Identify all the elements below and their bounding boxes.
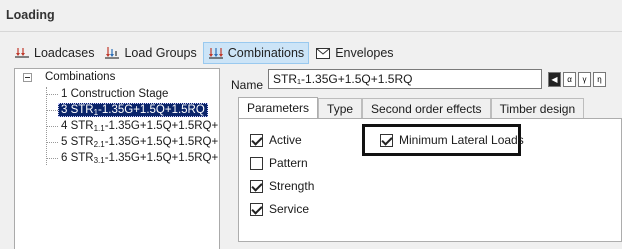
window-title: Loading (6, 8, 55, 22)
service-checkbox[interactable] (250, 202, 263, 216)
tree-item[interactable]: 4 STR1.1-1.35G+1.5Q+1.5RQ+M (61, 119, 220, 134)
pattern-checkbox[interactable] (250, 156, 263, 170)
tree-branch-line (46, 110, 58, 111)
tree-branch-line (46, 158, 58, 159)
tab-type[interactable]: Type (318, 98, 363, 119)
tab-load-groups[interactable]: Load Groups (100, 42, 200, 64)
tree-root-label: Combinations (45, 71, 116, 83)
tab-loadcases-label: Loadcases (34, 46, 95, 60)
loadcases-icon (14, 46, 30, 60)
name-button-group: ◀ α γ η (548, 72, 608, 87)
tab-second-order-effects[interactable]: Second order effects (362, 98, 491, 119)
tree-item[interactable]: 5 STR2.1-1.35G+1.5Q+1.5RQ+E (61, 135, 220, 150)
load-groups-icon (104, 46, 120, 60)
tree-item-label: 4 STR1.1-1.35G+1.5Q+1.5RQ+M (61, 120, 220, 133)
tree-item-label: 1 Construction Stage (61, 88, 169, 100)
tree-item-label: 3 STR1-1.35G+1.5Q+1.5RQ (58, 103, 208, 117)
gamma-button[interactable]: γ (578, 72, 591, 87)
tab-load-groups-label: Load Groups (124, 46, 197, 60)
combinations-icon (208, 46, 224, 60)
window-title-bar: Loading (0, 0, 622, 32)
main-tab-bar: Loadcases Load Groups Combinations Envel… (10, 42, 400, 64)
tree-branch-line (46, 94, 58, 95)
tree-root[interactable]: Combinations (45, 70, 115, 85)
min-lateral-loads-checkbox[interactable] (380, 133, 393, 147)
min-lateral-loads-checkbox-row[interactable]: Minimum Lateral Loads (380, 133, 524, 147)
eta-button[interactable]: η (593, 72, 606, 87)
tab-combinations[interactable]: Combinations (202, 42, 310, 64)
tree-item-label: 5 STR2.1-1.35G+1.5Q+1.5RQ+E (61, 136, 220, 149)
tree-item[interactable]: 6 STR3.1-1.35G+1.5Q+1.5RQ+E (61, 151, 220, 166)
min-lateral-loads-label: Minimum Lateral Loads (399, 133, 524, 147)
strength-label: Strength (269, 179, 315, 193)
tree-branch-line (46, 126, 58, 127)
tab-envelopes-label: Envelopes (335, 46, 394, 60)
left-arrow-button[interactable]: ◀ (548, 72, 561, 87)
combinations-tree[interactable]: Combinations 1 Construction Stage 3 STR1… (14, 68, 220, 249)
strength-checkbox-row[interactable]: Strength (250, 179, 314, 193)
tree-item[interactable]: 1 Construction Stage (61, 87, 168, 102)
sub-tab-bar: Parameters Type Second order effects Tim… (238, 97, 585, 120)
service-label: Service (269, 202, 310, 216)
tree-collapse-icon[interactable] (23, 73, 32, 82)
active-label: Active (269, 133, 302, 147)
tab-envelopes[interactable]: Envelopes (311, 42, 397, 64)
name-label: Name (231, 78, 264, 92)
active-checkbox[interactable] (250, 133, 263, 147)
pattern-label: Pattern (269, 156, 308, 170)
envelope-icon (315, 46, 331, 60)
service-checkbox-row[interactable]: Service (250, 202, 309, 216)
name-input[interactable]: STR₁-1.35G+1.5Q+1.5RQ (268, 69, 542, 89)
alpha-button[interactable]: α (563, 72, 576, 87)
strength-checkbox[interactable] (250, 179, 263, 193)
tree-item-label: 6 STR3.1-1.35G+1.5Q+1.5RQ+E (61, 152, 220, 165)
loading-panel: Loadcases Load Groups Combinations Envel… (10, 36, 622, 249)
active-checkbox-row[interactable]: Active (250, 133, 302, 147)
tree-item-selected[interactable]: 3 STR1-1.35G+1.5Q+1.5RQ (58, 103, 208, 118)
tree-branch-line (46, 142, 58, 143)
tab-timber-design[interactable]: Timber design (490, 98, 585, 119)
tab-loadcases[interactable]: Loadcases (10, 42, 98, 64)
tab-combinations-label: Combinations (227, 46, 305, 60)
tab-parameters[interactable]: Parameters (238, 97, 319, 120)
pattern-checkbox-row[interactable]: Pattern (250, 156, 308, 170)
